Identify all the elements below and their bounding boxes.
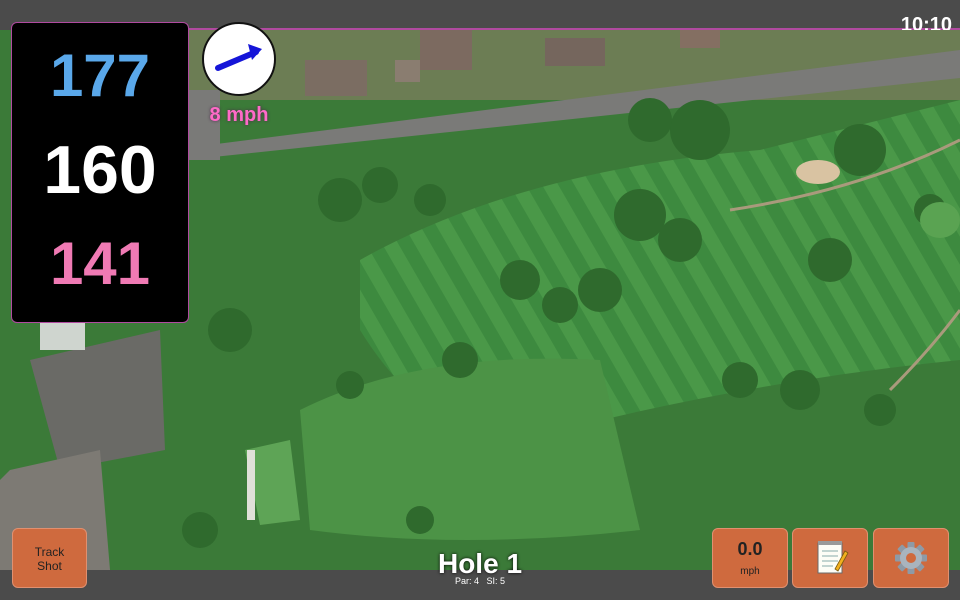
hole-stroke-index: SI: 5 xyxy=(486,576,506,586)
middle-distance: 160 xyxy=(43,132,157,208)
notepad-icon xyxy=(817,541,849,574)
hole-par: Par: 4 xyxy=(454,576,479,586)
swing-speed-button[interactable]: 0.0 mph xyxy=(712,528,788,588)
wind-direction-arrow-icon xyxy=(215,44,262,71)
hole-info: Par: 4 SI: 5 xyxy=(380,576,580,586)
wind-indicator xyxy=(202,22,276,96)
distance-panel: 177 160 141 xyxy=(11,22,189,323)
wind-speed: 8 mph xyxy=(209,104,269,126)
front-distance: 141 xyxy=(49,230,151,297)
track-shot-button[interactable]: Track Shot xyxy=(12,528,87,588)
speed-value: 0.0 xyxy=(737,539,763,559)
back-distance: 177 xyxy=(49,42,151,109)
notes-button[interactable] xyxy=(792,528,868,588)
track-shot-label-line2: Shot xyxy=(37,559,62,573)
track-shot-label-line1: Track xyxy=(34,545,65,559)
speed-unit: mph xyxy=(740,566,760,577)
settings-button[interactable] xyxy=(873,528,949,588)
gear-icon xyxy=(895,542,927,574)
